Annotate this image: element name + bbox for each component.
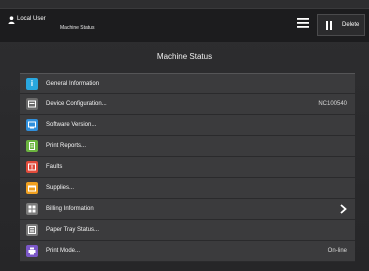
list-item-paper-tray-status[interactable]: Paper Tray Status... xyxy=(20,220,355,241)
faults-icon xyxy=(26,161,38,173)
breadcrumb: Machine Status xyxy=(60,25,95,31)
delete-label: Delete xyxy=(342,22,360,28)
list-item-label: Paper Tray Status... xyxy=(46,227,100,233)
list-item-label: Faults xyxy=(46,164,63,170)
menu-button[interactable] xyxy=(294,14,312,34)
software-icon xyxy=(26,119,38,131)
info-icon: i xyxy=(26,77,38,90)
list-item-label: Device Configuration... xyxy=(46,101,107,107)
list-item-supplies[interactable]: Supplies... xyxy=(20,178,355,199)
list-item-billing-information[interactable]: Billing Information xyxy=(20,199,355,220)
list-item-print-mode[interactable]: Print Mode... On-line xyxy=(20,241,355,262)
list-item-label: Supplies... xyxy=(46,185,75,191)
top-bar xyxy=(0,8,369,42)
list-item-label: Print Mode... xyxy=(46,248,81,254)
billing-icon xyxy=(26,203,38,215)
list-item-general-information[interactable]: i General Information xyxy=(20,73,355,94)
hamburger-menu-icon xyxy=(297,15,309,33)
pause-icon xyxy=(322,18,336,32)
list-item-label: Billing Information xyxy=(46,206,94,212)
print-mode-icon xyxy=(26,245,38,257)
list-item-label: General Information xyxy=(46,80,100,87)
paper-tray-icon xyxy=(26,224,38,236)
list-item-value: NC100540 xyxy=(318,101,347,107)
user-icon xyxy=(8,16,15,24)
list-item-device-configuration[interactable]: Device Configuration... NC100540 xyxy=(20,94,355,115)
status-list: i General Information Device Configurati… xyxy=(20,73,355,271)
list-item-label: Software Version... xyxy=(46,122,97,128)
list-item-label: Print Reports... xyxy=(46,143,87,149)
device-icon xyxy=(26,98,38,110)
user-label: Local User xyxy=(17,16,46,22)
list-item-faults[interactable]: Faults xyxy=(20,157,355,178)
list-item-value: On-line xyxy=(327,248,347,254)
list-item-software-version[interactable]: Software Version... xyxy=(20,115,355,136)
supplies-icon xyxy=(26,182,38,194)
report-icon xyxy=(26,140,38,152)
page-title: Machine Status xyxy=(156,52,213,61)
list-item-print-reports[interactable]: Print Reports... xyxy=(20,136,355,157)
screen: Local User Machine Status Delete Machine… xyxy=(0,0,369,271)
delete-button[interactable]: Delete xyxy=(317,14,365,36)
local-user-button[interactable]: Local User xyxy=(8,16,59,24)
chevron-right-icon xyxy=(340,204,347,215)
